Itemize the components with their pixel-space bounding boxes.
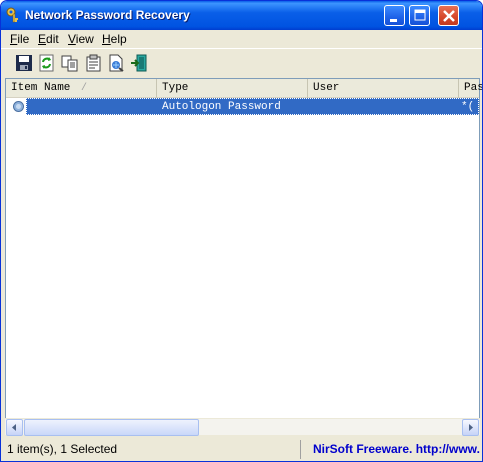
menu-view-label: iew xyxy=(75,32,94,46)
row-selection: Autologon Password *( xyxy=(26,98,479,115)
menu-file[interactable]: File xyxy=(10,32,29,46)
column-label: Type xyxy=(162,82,189,94)
menu-view-accel: V xyxy=(68,32,76,46)
toolbar xyxy=(1,48,482,76)
column-header-item-name[interactable]: Item Name / xyxy=(6,79,157,98)
menu-bar: File Edit View Help xyxy=(1,30,482,48)
arrow-left-icon xyxy=(12,424,16,431)
column-label: User xyxy=(313,82,340,94)
refresh-icon[interactable] xyxy=(38,54,56,72)
minimize-button[interactable] xyxy=(384,5,405,26)
column-header-user[interactable]: User xyxy=(308,79,459,98)
scroll-left-button[interactable] xyxy=(6,419,23,436)
password-list[interactable]: Item Name / Type User Pas Autologon Pass… xyxy=(5,78,482,435)
key-icon xyxy=(6,7,22,23)
menu-help[interactable]: Help xyxy=(102,32,127,46)
arrow-right-icon xyxy=(469,424,473,431)
cell-password: *( xyxy=(461,101,475,113)
column-label: Pas xyxy=(464,82,483,94)
copy-icon[interactable] xyxy=(61,54,79,72)
maximize-icon xyxy=(414,9,426,21)
window-title: Network Password Recovery xyxy=(25,8,190,22)
properties-icon[interactable] xyxy=(84,54,102,72)
list-header: Item Name / Type User Pas xyxy=(6,79,482,98)
column-label: Item Name xyxy=(11,82,71,94)
column-header-type[interactable]: Type xyxy=(157,79,308,98)
scroll-right-button[interactable] xyxy=(462,419,479,436)
menu-help-accel: H xyxy=(102,32,111,46)
html-report-icon[interactable] xyxy=(107,54,125,72)
cell-type: Autologon Password xyxy=(162,101,281,113)
nirsoft-link[interactable]: NirSoft Freeware. http://www. xyxy=(307,440,480,459)
app-window: Network Password Recovery File Edit View… xyxy=(0,0,483,462)
sort-indicator-icon: / xyxy=(81,83,88,94)
menu-edit[interactable]: Edit xyxy=(38,32,59,46)
menu-edit-label: dit xyxy=(46,32,59,46)
maximize-button[interactable] xyxy=(409,5,430,26)
column-header-password[interactable]: Pas xyxy=(459,79,483,98)
scroll-thumb[interactable] xyxy=(24,419,199,436)
menu-view[interactable]: View xyxy=(68,32,94,46)
menu-edit-accel: E xyxy=(38,32,47,46)
save-icon[interactable] xyxy=(15,54,33,72)
menu-file-label: ile xyxy=(17,32,30,46)
minimize-icon xyxy=(390,19,397,22)
status-bar: 1 item(s), 1 Selected NirSoft Freeware. … xyxy=(1,438,482,461)
horizontal-scrollbar[interactable] xyxy=(5,418,480,436)
status-count: 1 item(s), 1 Selected xyxy=(3,440,301,459)
menu-help-label: elp xyxy=(110,32,127,46)
list-item[interactable]: Autologon Password *( xyxy=(6,98,479,115)
close-icon xyxy=(443,10,455,22)
exit-icon[interactable] xyxy=(130,54,148,72)
item-bullet-icon xyxy=(12,100,25,113)
close-button[interactable] xyxy=(438,5,459,26)
title-bar[interactable]: Network Password Recovery xyxy=(1,1,482,30)
